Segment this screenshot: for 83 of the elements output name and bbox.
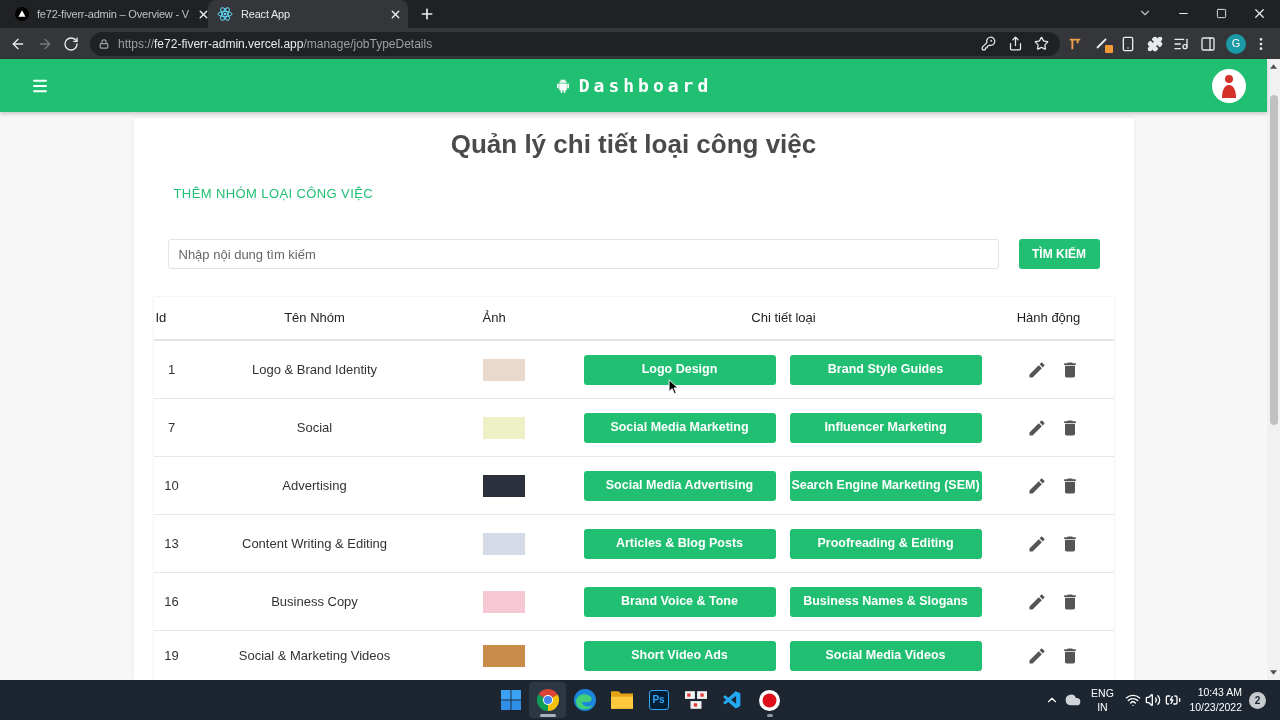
puzzle-icon[interactable]	[1147, 35, 1163, 52]
detail-button[interactable]: Social Media Videos	[789, 640, 982, 671]
phone-icon[interactable]	[1120, 35, 1136, 52]
detail-button[interactable]: Social Media Marketing	[583, 412, 776, 443]
add-group-button[interactable]: THÊM NHÓM LOẠI CÔNG VIỆC	[165, 176, 382, 212]
key-icon[interactable]	[981, 36, 996, 51]
clock-button[interactable]: 10:43 AM 10/23/2022	[1189, 685, 1242, 715]
column-header: Ảnh	[482, 310, 506, 326]
table-cell-text: Logo & Brand Identity	[252, 360, 377, 379]
reload-icon[interactable]	[63, 35, 79, 52]
mouse-cursor-icon	[668, 379, 679, 395]
share-icon[interactable]	[1008, 36, 1023, 51]
photo-placeholder	[482, 590, 525, 613]
battery-icon[interactable]	[1165, 692, 1182, 708]
taskbar-app-button[interactable]	[529, 682, 566, 718]
table-cell-text: 16	[164, 592, 179, 611]
code-editor-icon	[722, 689, 743, 711]
tool-icon[interactable]	[1068, 36, 1082, 51]
record-icon	[759, 689, 780, 711]
table-cell-text: 13	[164, 534, 179, 553]
browser-tab[interactable]: React App	[208, 0, 408, 28]
detail-button[interactable]: Influencer Marketing	[789, 412, 982, 443]
notification-badge[interactable]: 2	[1249, 691, 1266, 709]
cloud-icon[interactable]	[1065, 692, 1082, 708]
table-cell-text: Business Copy	[271, 592, 358, 611]
robot-icon	[554, 77, 571, 94]
photo-placeholder	[482, 416, 525, 439]
detail-button[interactable]: Social Media Advertising	[583, 470, 776, 501]
avatar-icon[interactable]	[1212, 68, 1246, 103]
table-cell-text: 19	[164, 646, 179, 665]
detail-button[interactable]: Business Names & Slogans	[789, 586, 982, 617]
photo-placeholder	[482, 532, 525, 555]
detail-button[interactable]: Logo Design	[583, 354, 776, 385]
close-icon[interactable]	[1252, 6, 1267, 21]
swirl-icon	[573, 689, 596, 711]
detail-button[interactable]: Brand Voice & Tone	[583, 586, 776, 617]
lock-icon	[99, 38, 109, 49]
page-title: Quản lý chi tiết loại công việc	[449, 128, 818, 160]
column-header: Hành động	[1016, 309, 1081, 328]
scroll-down-icon[interactable]	[1270, 670, 1277, 675]
table-cell-text: Advertising	[282, 476, 347, 495]
table-cell-text: 1	[167, 360, 176, 379]
taskbar-app-button[interactable]: Ps	[640, 682, 677, 718]
table-cell-text: 7	[167, 418, 176, 437]
table-cell-text: Social & Marketing Videos	[238, 646, 391, 665]
column-header: Tên Nhóm	[284, 309, 345, 328]
table-cell-text: Social	[296, 418, 333, 437]
detail-button[interactable]: Proofreading & Editing	[789, 528, 982, 559]
atom-icon	[217, 6, 233, 22]
scroll-up-icon[interactable]	[1270, 64, 1277, 69]
search-button[interactable]: TÌM KIẾM	[1018, 239, 1100, 269]
folder-icon	[610, 691, 633, 709]
photo-placeholder	[482, 644, 525, 667]
detail-button[interactable]: Brand Style Guides	[789, 354, 982, 385]
search-field[interactable]: Nhập nội dung tìm kiếm	[167, 239, 999, 269]
profile-avatar[interactable]: G	[1226, 33, 1246, 54]
detail-button[interactable]: Search Engine Marketing (SEM)	[789, 470, 982, 501]
maximize-icon[interactable]	[1216, 8, 1227, 19]
new-tab-icon[interactable]	[419, 6, 435, 22]
photo-placeholder	[482, 474, 525, 497]
detail-button[interactable]: Articles & Blog Posts	[583, 528, 776, 559]
triangle-logo-icon	[15, 7, 29, 21]
address-bar[interactable]: https://fe72-fiverr-admin.vercel.app/manage/jobTypeDetails	[90, 31, 1060, 56]
side-panel-icon[interactable]	[1200, 35, 1216, 52]
column-header: Chi tiết loại	[751, 309, 816, 328]
scroll-thumb[interactable]	[1269, 95, 1278, 425]
wifi-icon[interactable]	[1125, 692, 1142, 708]
tiles-icon	[684, 691, 707, 709]
detail-button[interactable]: Short Video Ads	[583, 640, 776, 671]
ps-logo: Ps	[648, 690, 669, 710]
browser-icon	[536, 689, 559, 711]
scrollbar-track[interactable]	[1267, 59, 1280, 680]
url-text: https://fe72-fiverr-admin.vercel.app/manage/jobTypeDetails	[118, 35, 433, 53]
app-title: Dashboard	[578, 74, 713, 98]
table-cell-text: 10	[164, 476, 179, 495]
language-button[interactable]: ENG IN	[1089, 686, 1116, 714]
table-cell-text: Content Writing & Editing	[242, 534, 387, 553]
start-icon	[500, 690, 521, 710]
volume-icon[interactable]	[1145, 692, 1162, 708]
column-header: Id	[155, 310, 167, 326]
photo-placeholder	[482, 358, 525, 381]
browser-tab[interactable]: fe72-fiverr-admin – Overview - V	[8, 0, 208, 28]
star-icon[interactable]	[1034, 36, 1049, 51]
